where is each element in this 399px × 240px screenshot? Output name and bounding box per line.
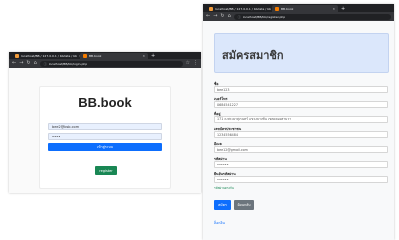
submit-button[interactable]: สมัคร (214, 200, 231, 210)
tab-bbbook[interactable]: BB.book ✕ (272, 5, 338, 12)
tab-bar: localhost/BB / 127.0.0.1 / bbdata / bb ✕… (9, 52, 201, 59)
address-bar[interactable]: ⓘ localhost/BB/bb/login.php (39, 60, 183, 67)
info-icon: ⓘ (237, 14, 241, 19)
forward-arrow-icon[interactable]: → (213, 14, 217, 19)
new-tab-icon[interactable]: + (338, 6, 348, 12)
login-button[interactable]: เข้าสู่ระบบ (48, 143, 162, 151)
address-bar[interactable]: ⓘ localhost/BB/bb/register.php (233, 13, 391, 20)
back-arrow-icon[interactable]: ← (206, 14, 210, 19)
bookmark-star-icon[interactable]: ☆ (186, 61, 190, 66)
reload-icon[interactable]: ↻ (220, 14, 224, 19)
login-browser-window: localhost/BB / 127.0.0.1 / bbdata / bb ✕… (9, 52, 201, 193)
register-browser-window: localhost/BB / 127.0.0.1 / bbdata / bb ✕… (203, 4, 394, 240)
bbbook-favicon-icon (83, 54, 87, 58)
login-card: BB.book bee2@bsb.com •••• เข้าสู่ระบบ re… (39, 86, 171, 189)
bbbook-favicon-icon (275, 6, 279, 11)
address-input[interactable]: 171 ถ.พระยาสุเรนทร์ แขวงบางชัน เขตคลองสา… (214, 116, 388, 123)
browser-toolbar: ← → ↻ ⌂ ⓘ localhost/BB/bb/register.php (203, 12, 394, 21)
browser-toolbar: ← → ↻ ⌂ ⓘ localhost/BB/bb/login.php ☆ ⋮ (9, 59, 201, 68)
confirm-password-input[interactable]: •••••• (214, 176, 388, 183)
home-icon[interactable]: ⌂ (34, 61, 37, 66)
back-arrow-icon[interactable]: ← (12, 61, 16, 66)
name-input[interactable]: bee123 (214, 86, 388, 93)
password-input[interactable]: •••••• (214, 161, 388, 168)
login-page: BB.book bee2@bsb.com •••• เข้าสู่ระบบ re… (9, 68, 201, 193)
forward-arrow-icon[interactable]: → (19, 61, 23, 66)
home-icon[interactable]: ⌂ (228, 14, 231, 19)
tab-title: localhost/BB / 127.0.0.1 / bbdata / bb (215, 6, 272, 11)
back-button[interactable]: ย้อนกลับ (234, 200, 254, 210)
login-link[interactable]: ล็อกอิน (214, 220, 225, 226)
password-match-hint: รหัสผ่านตรงกัน (214, 186, 234, 190)
tab-title: localhost/BB / 127.0.0.1 / bbdata / bb (21, 54, 78, 58)
register-header: สมัครสมาชิก (214, 33, 389, 73)
info-icon: ⓘ (43, 61, 47, 66)
menu-icon[interactable]: ⋮ (193, 61, 198, 66)
phone-input[interactable]: 0684541227 (214, 101, 388, 108)
email-input[interactable]: bee12@gmail.com (214, 146, 388, 153)
url-text: localhost/BB/bb/login.php (48, 61, 88, 66)
tab-bar: localhost/BB / 127.0.0.1 / bbdata / bb ✕… (203, 4, 394, 12)
email-input[interactable]: bee2@bsb.com (48, 123, 162, 130)
phpmyadmin-favicon-icon (209, 6, 213, 11)
tab-phpmyadmin[interactable]: localhost/BB / 127.0.0.1 / bbdata / bb ✕ (206, 5, 272, 12)
page-title: สมัครสมาชิก (222, 49, 284, 62)
url-text: localhost/BB/bb/register.php (242, 14, 286, 19)
id-card-input[interactable]: 1234556484 (214, 131, 388, 138)
tab-title: BB.book (281, 6, 294, 11)
close-tab-icon[interactable]: ✕ (332, 7, 335, 11)
tab-bbbook[interactable]: BB.book ✕ (80, 53, 148, 59)
tab-title: BB.book (89, 54, 102, 58)
register-page: สมัครสมาชิก ชื่อ bee123 เบอร์โทร 0684541… (203, 21, 394, 240)
register-button[interactable]: register (95, 166, 117, 175)
phpmyadmin-favicon-icon (15, 54, 19, 58)
tab-phpmyadmin[interactable]: localhost/BB / 127.0.0.1 / bbdata / bb ✕ (12, 53, 80, 59)
password-input[interactable]: •••• (48, 133, 162, 140)
reload-icon[interactable]: ↻ (26, 61, 30, 66)
site-title: BB.book (78, 95, 132, 110)
close-tab-icon[interactable]: ✕ (142, 54, 145, 58)
new-tab-icon[interactable]: + (148, 53, 158, 59)
